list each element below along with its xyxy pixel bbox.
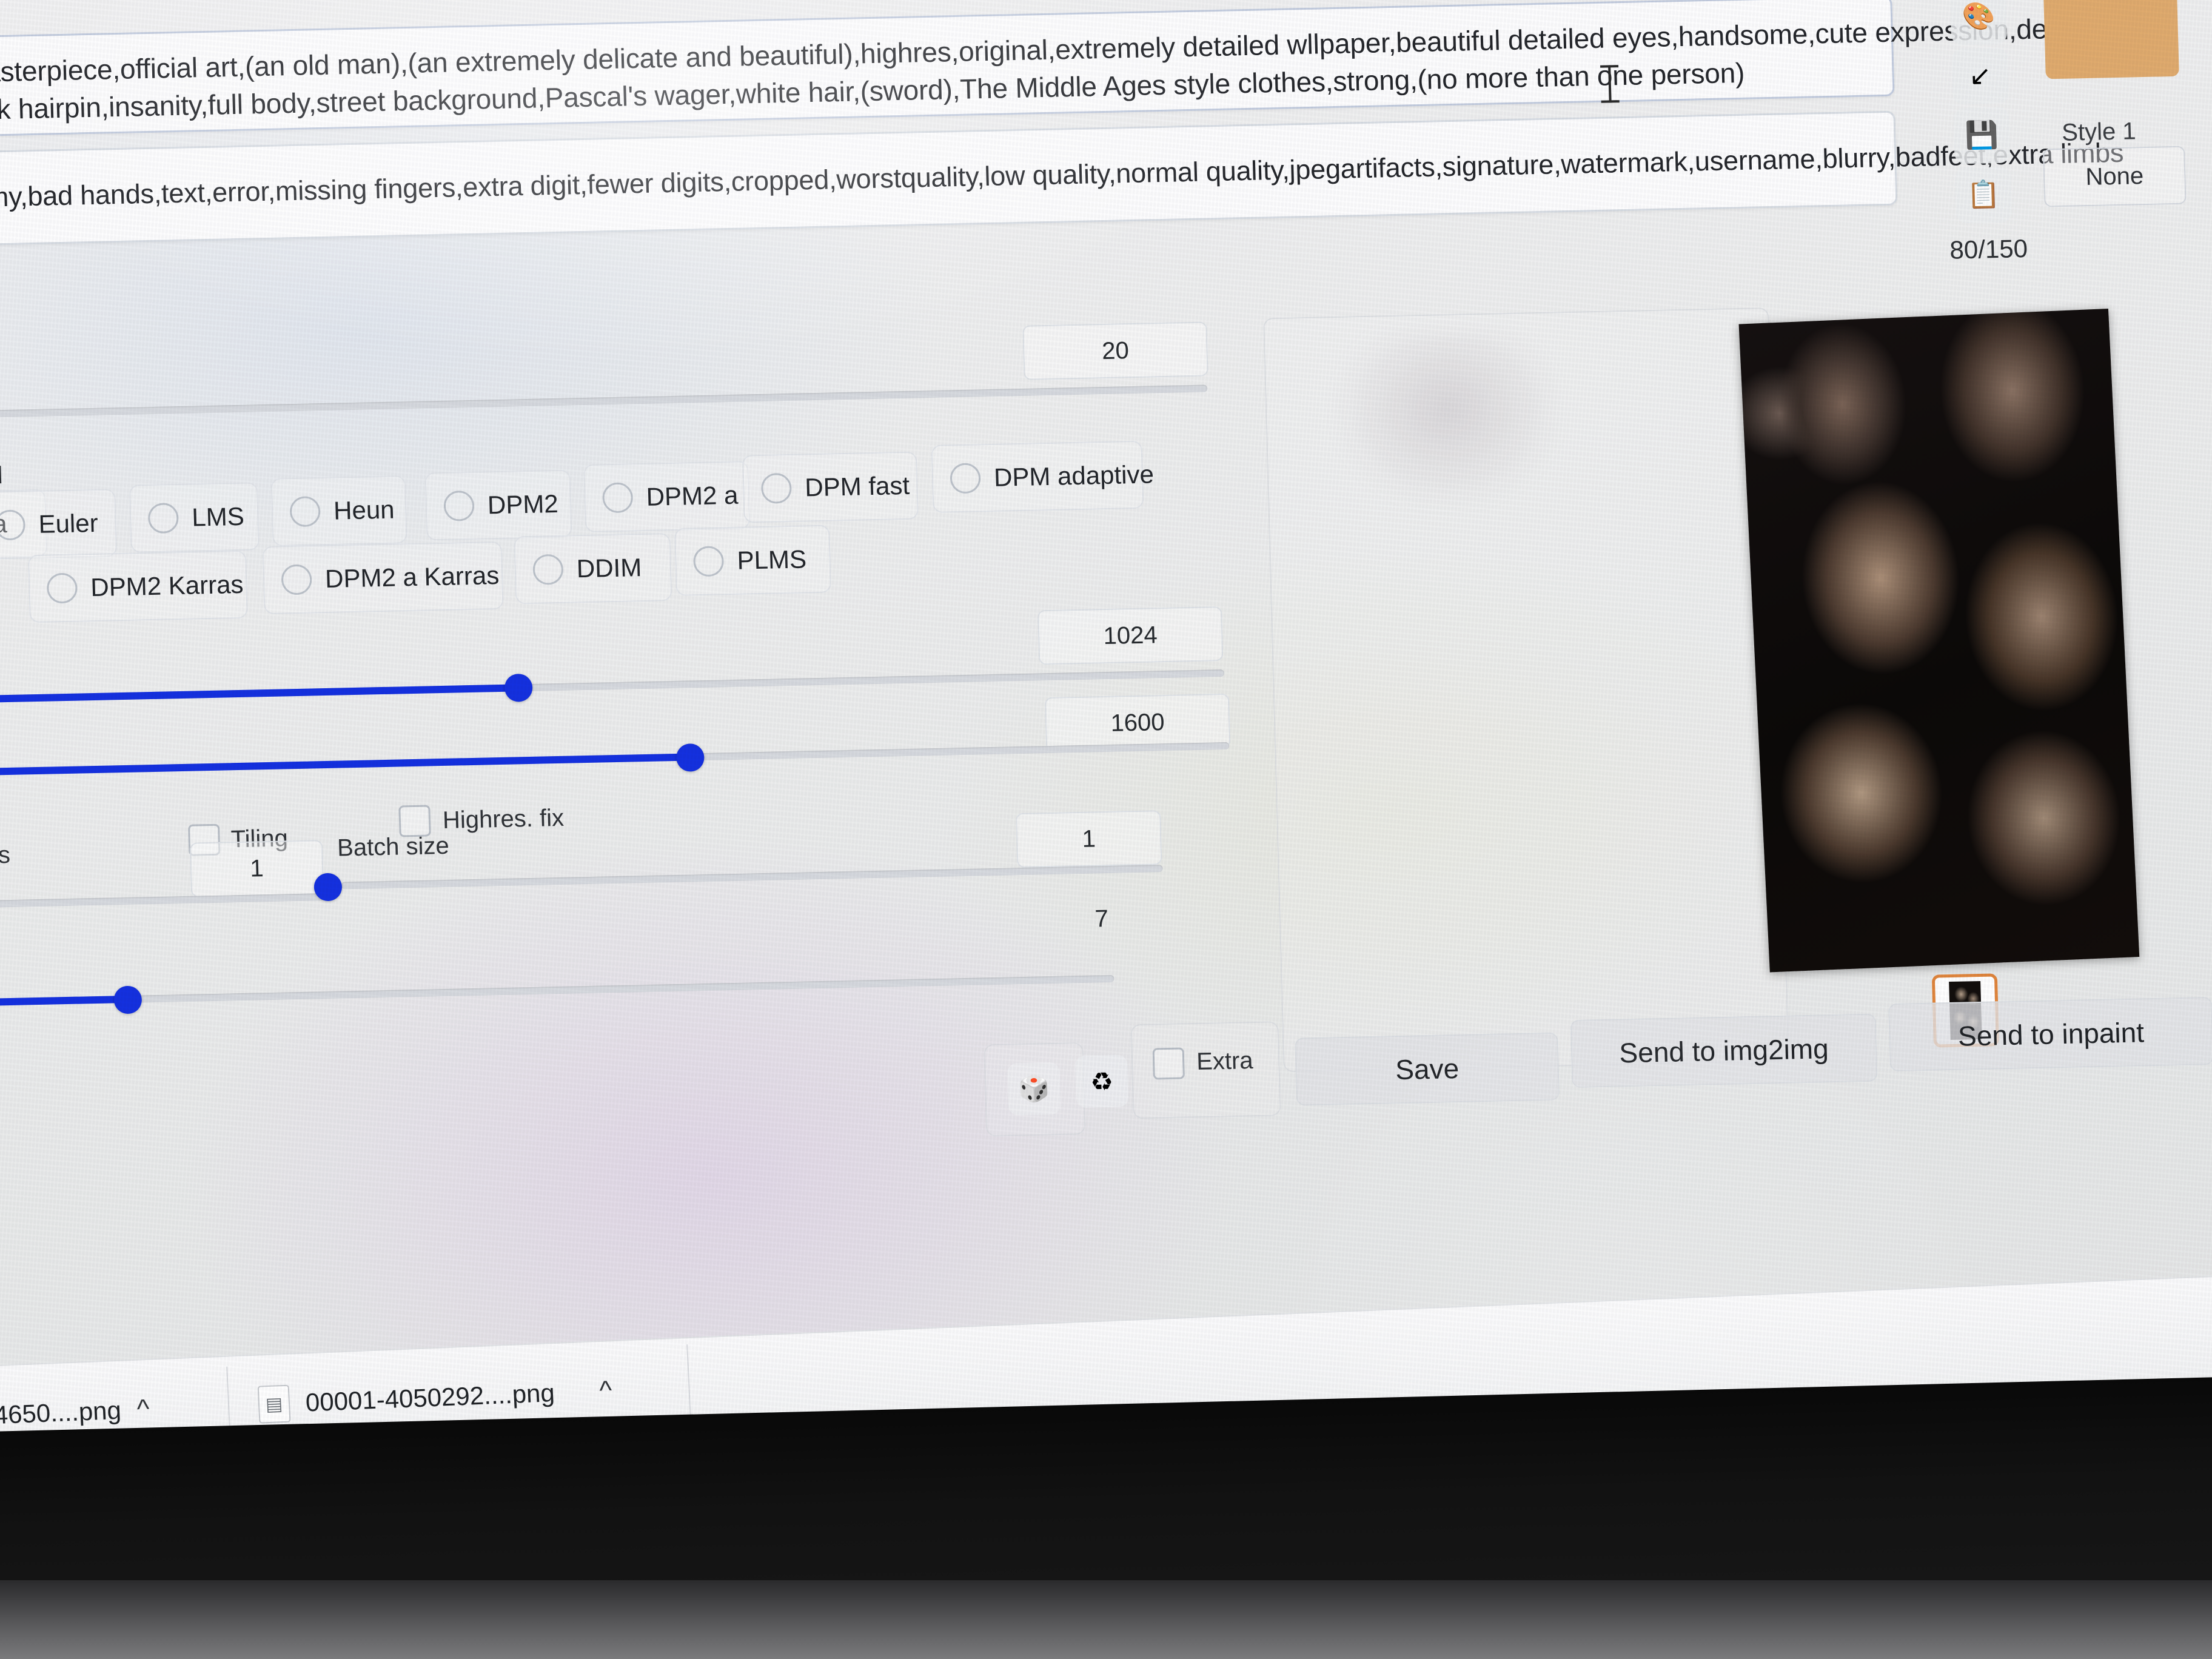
sampler-heun[interactable]: Heun (270, 475, 407, 546)
recycle-icon[interactable]: ♻ (1074, 1054, 1129, 1108)
clipboard-glyph: 📋 (1966, 179, 2001, 210)
radio-icon (46, 572, 78, 604)
cfg-scale-value[interactable]: 7 (1022, 891, 1181, 947)
sampler-label: DPM2 a (646, 480, 739, 511)
height-slider-fill (0, 753, 690, 778)
batch-size-slider-knob[interactable] (313, 873, 343, 902)
batch-count-slider-track[interactable] (0, 893, 325, 910)
arrow-glyph: ↙ (1968, 61, 1992, 92)
restore-faces-label: faces (0, 841, 11, 870)
extra-checkbox[interactable] (1152, 1047, 1185, 1080)
chevron-up-icon[interactable]: ^ (598, 1375, 612, 1406)
cfg-scale-slider-track[interactable] (0, 974, 1114, 1008)
dice-glyph: 🎲 (1017, 1073, 1051, 1103)
sampler-label: DPM adaptive (993, 460, 1155, 492)
chevron-up-icon[interactable]: ^ (136, 1394, 150, 1425)
sampler-label: DPM2 a Karras (324, 560, 500, 593)
style-1-label: Style 1 (2061, 118, 2137, 146)
sampler-dpm2[interactable]: DPM2 (424, 469, 572, 541)
radio-icon (692, 546, 725, 577)
sampler-label: LMS (191, 501, 245, 532)
highres-fix-label: Highres. fix (442, 804, 565, 834)
webui-page: ),masterpiece,official art,(an old man),… (0, 0, 2212, 1528)
sampler-dpm2-karras[interactable]: DPM2 Karras (27, 550, 248, 623)
sampler-euler[interactable]: Euler (0, 489, 118, 560)
sampler-dpm-adaptive[interactable]: DPM adaptive (931, 440, 1154, 513)
sampler-label: DDIM (576, 553, 642, 583)
sampler-lms[interactable]: LMS (129, 482, 260, 553)
radio-icon (0, 509, 26, 541)
radio-icon (147, 503, 179, 534)
laptop-screen-photo: ),masterpiece,official art,(an old man),… (0, 0, 2212, 1659)
width-slider-fill (0, 684, 518, 705)
width-slider-knob[interactable] (504, 673, 533, 702)
cfg-scale-slider-knob[interactable] (113, 985, 142, 1014)
palette-glyph: 🎨 (1962, 1, 1996, 32)
radio-icon (443, 490, 475, 521)
radio-icon (532, 554, 564, 585)
sampler-label: Heun (333, 495, 395, 525)
token-counter: 80/150 (1949, 234, 2028, 264)
floppy-glyph: 💾 (1965, 120, 1999, 151)
palette-icon[interactable]: 🎨 (1949, 0, 2008, 45)
sampler-label: Euler (38, 508, 99, 538)
sampler-dpm2-a[interactable]: DPM2 a (583, 461, 751, 532)
steps-slider-track[interactable] (0, 384, 1208, 420)
style-1-dropdown[interactable]: None (2043, 146, 2187, 207)
recycle-glyph: ♻ (1090, 1067, 1114, 1096)
batch-count-value[interactable]: 1 (189, 840, 324, 897)
screen-area: ),masterpiece,official art,(an old man),… (0, 0, 2212, 1528)
sampler-label: PLMS (736, 545, 807, 575)
batch-size-label: Batch size (337, 832, 450, 862)
generate-button[interactable] (2043, 0, 2179, 79)
sampler-ddim[interactable]: DDIM (514, 533, 672, 605)
download-item-2[interactable]: ▤ 00001-4050292....png ^ (257, 1372, 613, 1424)
width-slider-track[interactable] (0, 669, 1225, 705)
sampling-method-label: ethod (0, 462, 4, 491)
radio-icon (950, 463, 981, 494)
sampler-label: DPM2 (487, 489, 559, 520)
arrow-down-left-icon[interactable]: ↙ (1951, 47, 2009, 105)
radio-icon (602, 482, 634, 514)
png-file-icon: ▤ (257, 1384, 291, 1424)
clipboard-icon[interactable]: 📋 (1954, 166, 2013, 224)
sampler-dpm-fast[interactable]: DPM fast (742, 451, 919, 523)
dice-icon[interactable]: 🎲 (1007, 1062, 1061, 1116)
save-floppy-icon[interactable]: 💾 (1953, 107, 2011, 164)
sampler-label: DPM2 Karras (90, 569, 244, 602)
desk-surface (0, 1580, 2212, 1659)
radio-icon (760, 472, 793, 504)
generated-image[interactable] (1738, 309, 2140, 973)
preview-placeholder (1336, 330, 1560, 504)
radio-icon (289, 496, 321, 528)
highres-fix-checkbox[interactable] (398, 805, 431, 837)
negative-prompt-textarea[interactable]: atomy,bad hands,text,error,missing finge… (0, 110, 2124, 247)
sampler-label: DPM fast (804, 471, 910, 502)
extra-label: Extra (1196, 1047, 1254, 1076)
cfg-scale-slider-fill (0, 995, 129, 1008)
width-value[interactable]: 1024 (1037, 606, 1224, 665)
sampler-dpm2-a-karras[interactable]: DPM2 a Karras (262, 541, 504, 615)
send-to-inpaint-button[interactable]: Send to inpaint (1888, 996, 2212, 1072)
download-filename: 00001-4050292....png (304, 1378, 555, 1417)
steps-value[interactable]: 20 (1022, 321, 1208, 380)
download-filename: 64650....png (0, 1395, 122, 1430)
sampler-plms[interactable]: PLMS (674, 525, 832, 596)
save-button[interactable]: Save (1295, 1032, 1560, 1106)
download-item-1[interactable]: 64650....png ^ (0, 1394, 150, 1431)
prompt-tools-column: 🎨 ↙ 💾 📋 (1949, 0, 2013, 227)
radio-icon (281, 564, 312, 595)
send-to-img2img-button[interactable]: Send to img2img (1570, 1013, 1878, 1088)
height-slider-knob[interactable] (675, 743, 705, 772)
negative-prompt-line-1: atomy,bad hands,text,error,missing finge… (0, 136, 2124, 213)
